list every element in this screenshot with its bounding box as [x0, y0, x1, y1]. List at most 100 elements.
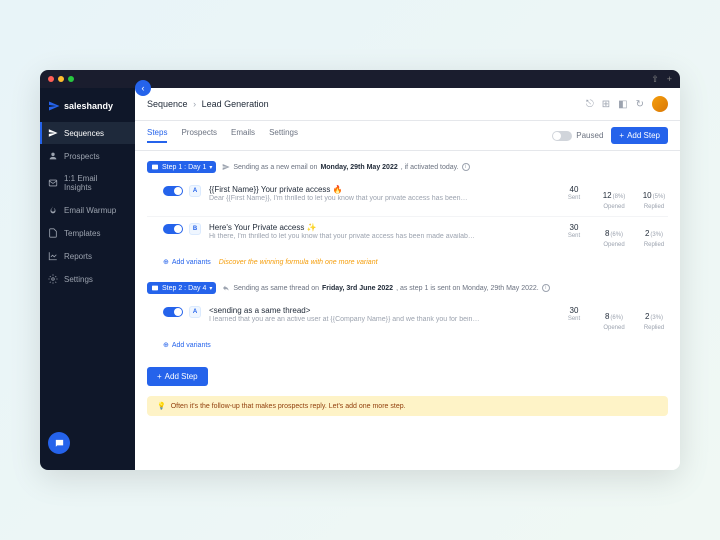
headset-icon[interactable]: ◧ [618, 99, 627, 110]
subheader: Steps Prospects Emails Settings Paused +… [135, 121, 680, 151]
tab-settings[interactable]: Settings [269, 128, 298, 143]
variant-title: Here's Your Private access ✨ [209, 223, 552, 232]
plus-icon: + [619, 131, 624, 140]
new-tab-icon[interactable]: + [667, 74, 672, 85]
main-content: Sequence › Lead Generation ⎋ ⊞ ◧ ↻ Steps… [135, 88, 680, 470]
sidebar-item-reports[interactable]: Reports [40, 245, 135, 267]
sidebar: saleshandy Sequences Prospects 1:1 Email… [40, 88, 135, 470]
step2-title: Step 2 : Day 4 [162, 285, 206, 292]
sidebar-item-warmup[interactable]: Email Warmup [40, 199, 135, 221]
nav-label: Templates [64, 229, 100, 238]
variant-desc: Hi there, I'm thrilled to let you know t… [209, 233, 552, 240]
chat-button[interactable] [48, 432, 70, 454]
reply-icon [222, 284, 230, 292]
export-icon[interactable]: ⎋ [586, 99, 594, 110]
step1-badge[interactable]: Step 1 : Day 1 ▾ [147, 161, 216, 173]
step1-meta: Sending as a new email on Monday, 29th M… [222, 163, 469, 171]
sidebar-item-templates[interactable]: Templates [40, 222, 135, 244]
add-variants-label: Add variants [172, 342, 211, 349]
maximize-dot[interactable] [68, 76, 74, 82]
chevron-down-icon: ▾ [209, 285, 212, 292]
sidebar-item-sequences[interactable]: Sequences [40, 122, 135, 144]
add-variants-label: Add variants [172, 259, 211, 266]
users-icon [48, 151, 58, 161]
variant-row[interactable]: B Here's Your Private access ✨ Hi there,… [147, 217, 668, 254]
nav-label: Settings [64, 275, 93, 284]
sidebar-item-settings[interactable]: Settings [40, 268, 135, 290]
step1-title: Step 1 : Day 1 [162, 164, 206, 171]
variant-toggle[interactable] [163, 307, 183, 317]
stat-sent: 30 [560, 306, 588, 315]
tip-text: Often it's the follow-up that makes pros… [171, 403, 406, 410]
sidebar-item-prospects[interactable]: Prospects [40, 145, 135, 167]
variant-row[interactable]: A <sending as a same thread> I learned t… [147, 300, 668, 337]
add-step-label: Add Step [627, 131, 660, 140]
stat-opened: 12 [603, 191, 612, 200]
step1-header: Step 1 : Day 1 ▾ Sending as a new email … [147, 161, 668, 173]
variant-desc: Dear {{First Name}}, I'm thrilled to let… [209, 195, 552, 202]
refresh-icon[interactable]: ↻ [636, 99, 644, 110]
stat-opened: 8 [605, 312, 609, 321]
stat-opened: 8 [605, 229, 609, 238]
header: Sequence › Lead Generation ⎋ ⊞ ◧ ↻ [135, 88, 680, 121]
add-step-button[interactable]: + Add Step [611, 127, 668, 144]
variant-title: <sending as a same thread> [209, 306, 552, 315]
mail-icon [48, 178, 58, 188]
variant-row[interactable]: A {{First Name}} Your private access 🔥 D… [147, 179, 668, 217]
variant-hint: Discover the winning formula with one mo… [219, 259, 378, 266]
step2-add-variants-row: ⊕ Add variants [147, 337, 668, 357]
close-dot[interactable] [48, 76, 54, 82]
variant-letter: A [189, 306, 201, 318]
share-icon[interactable]: ⇧ [651, 74, 659, 85]
bulb-icon: 💡 [157, 402, 166, 410]
chart-icon [48, 251, 58, 261]
info-icon[interactable]: i [462, 163, 470, 171]
add-step-button-bottom[interactable]: + Add Step [147, 367, 208, 386]
pause-label: Paused [576, 131, 603, 140]
add-step-label: Add Step [165, 372, 198, 381]
chat-icon [54, 438, 65, 449]
tab-prospects[interactable]: Prospects [181, 128, 217, 143]
chevron-down-icon: ▾ [209, 164, 212, 171]
brand-logo: saleshandy [40, 96, 135, 122]
nav-label: Email Warmup [64, 206, 116, 215]
variant-toggle[interactable] [163, 186, 183, 196]
fire-icon [48, 205, 58, 215]
variant-toggle[interactable] [163, 224, 183, 234]
sidebar-collapse-button[interactable]: ‹ [135, 80, 151, 96]
step2-header: Step 2 : Day 4 ▾ Sending as same thread … [147, 282, 668, 294]
minimize-dot[interactable] [58, 76, 64, 82]
mail-icon [151, 284, 159, 292]
plus-circle-icon: ⊕ [163, 341, 169, 349]
mail-icon [151, 163, 159, 171]
grid-icon[interactable]: ⊞ [602, 99, 610, 110]
tab-emails[interactable]: Emails [231, 128, 255, 143]
variant-desc: I learned that you are an active user at… [209, 316, 552, 323]
step1-add-variants-row: ⊕ Add variants Discover the winning form… [147, 254, 668, 274]
avatar[interactable] [652, 96, 668, 112]
sidebar-item-insights[interactable]: 1:1 Email Insights [40, 168, 135, 198]
nav-label: Prospects [64, 152, 100, 161]
variant-letter: A [189, 185, 201, 197]
stat-sent: 30 [560, 223, 588, 232]
info-icon[interactable]: i [542, 284, 550, 292]
add-variants-button[interactable]: ⊕ Add variants [163, 341, 211, 349]
content-scroll[interactable]: Step 1 : Day 1 ▾ Sending as a new email … [135, 151, 680, 470]
stat-sent: 40 [560, 185, 588, 194]
nav-label: Sequences [64, 129, 104, 138]
variant-letter: B [189, 223, 201, 235]
brand-icon [48, 100, 60, 112]
breadcrumb-root[interactable]: Sequence [147, 99, 188, 109]
tab-steps[interactable]: Steps [147, 128, 167, 143]
gear-icon [48, 274, 58, 284]
pause-toggle[interactable] [552, 131, 572, 141]
breadcrumb-sep: › [193, 99, 196, 109]
breadcrumb-current: Lead Generation [202, 99, 269, 109]
plus-circle-icon: ⊕ [163, 258, 169, 266]
variant-title: {{First Name}} Your private access 🔥 [209, 185, 552, 194]
add-variants-button[interactable]: ⊕ Add variants [163, 258, 211, 266]
step2-badge[interactable]: Step 2 : Day 4 ▾ [147, 282, 216, 294]
step2-meta: Sending as same thread on Friday, 3rd Ju… [222, 284, 549, 292]
stat-replied: 10 [643, 191, 652, 200]
tip-banner: 💡 Often it's the follow-up that makes pr… [147, 396, 668, 416]
